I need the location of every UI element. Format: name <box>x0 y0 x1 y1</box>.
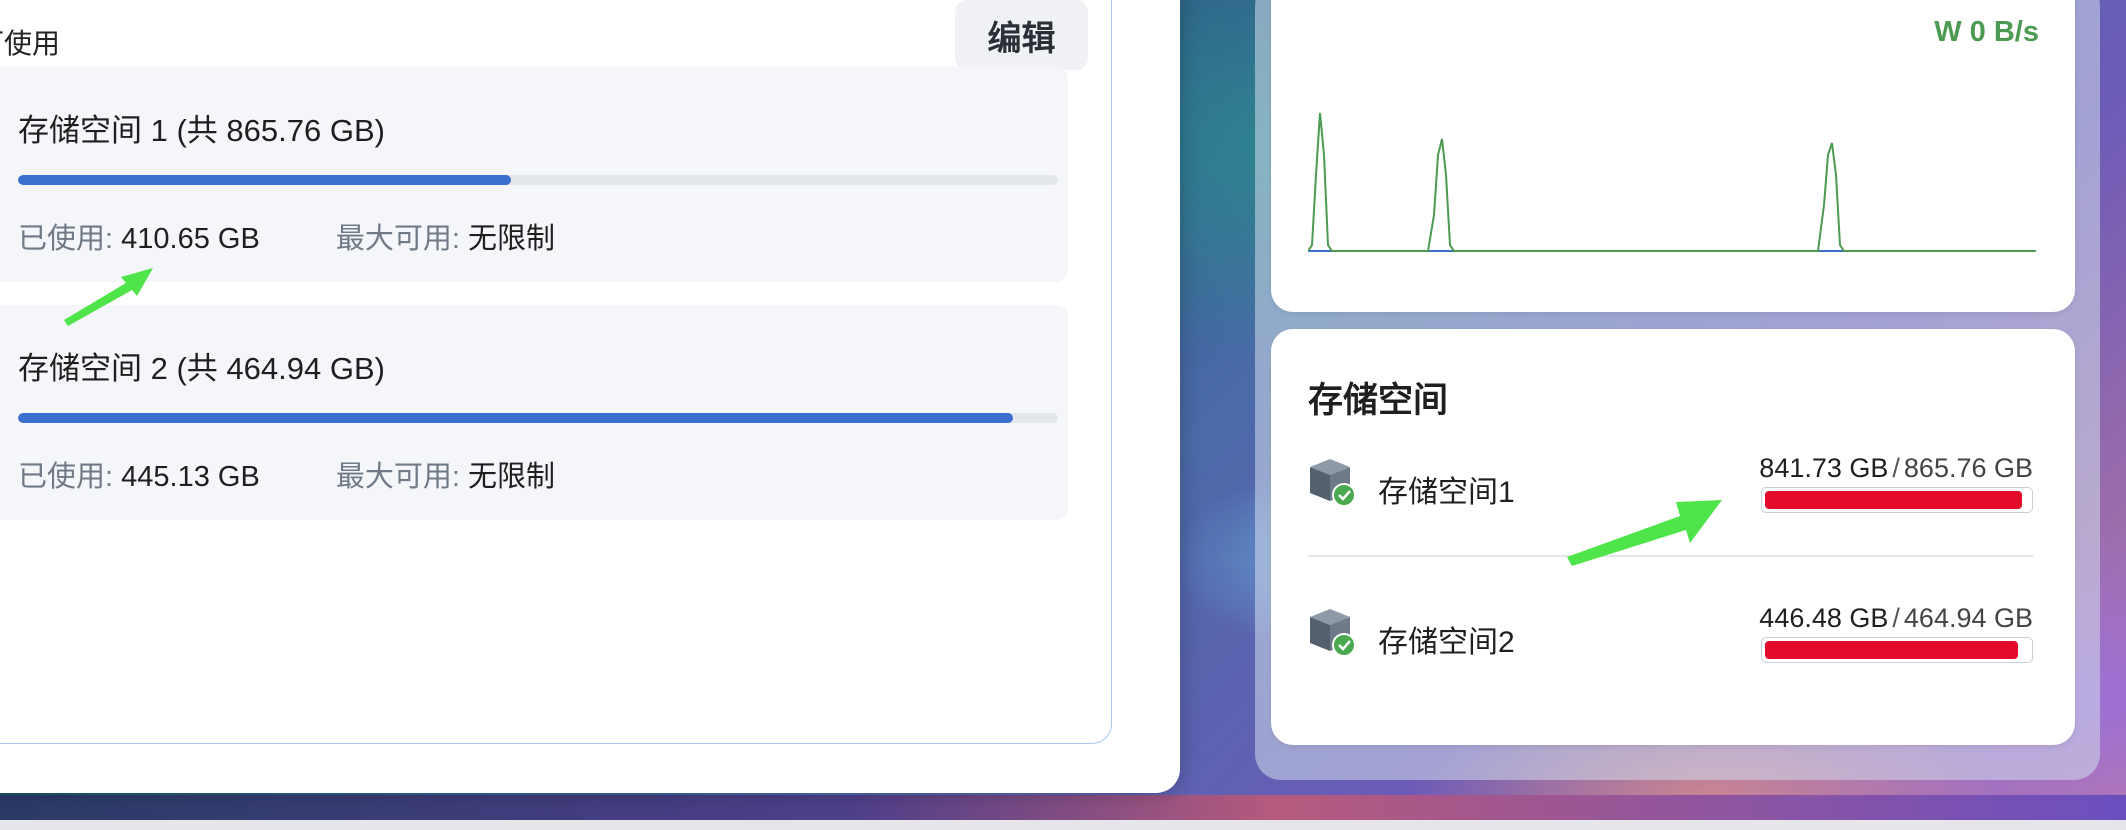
storage-item-usage: 446.48 GB/464.94 GB <box>1759 603 2033 634</box>
storage-settings-panel: 可使用 编辑 存储空间 1 (共 865.76 GB) 已使用: 410.65 … <box>0 0 1112 744</box>
screen-bottom-edge <box>0 820 2126 830</box>
write-speed-value: W 0 B/s <box>1934 16 2039 48</box>
total-value: 464.94 GB <box>1903 603 2033 633</box>
pool-title: 存储空间 1 (共 865.76 GB) <box>18 113 385 148</box>
storage-item-1[interactable]: 存储空间1 841.73 GB/865.76 GB <box>1308 429 2033 529</box>
usage-bar-fill <box>1765 491 2022 509</box>
used-label: 已使用: <box>18 461 114 493</box>
disk-io-chart <box>1308 112 2036 252</box>
pool-usage-bar <box>18 413 1058 423</box>
max-available-label: 最大可用: <box>335 223 460 255</box>
pool-usage-row: 已使用: 410.65 GB 最大可用: 无限制 <box>18 215 555 257</box>
available-label: 可使用 <box>0 28 61 59</box>
storage-cube-icon <box>1310 459 1356 507</box>
check-badge-icon <box>1332 633 1356 657</box>
used-value: 410.65 GB <box>121 223 260 255</box>
pool-usage-bar-fill <box>18 175 511 185</box>
used-label: 已使用: <box>18 223 114 255</box>
storage-pool-card-1: 存储空间 1 (共 865.76 GB) 已使用: 410.65 GB 最大可用… <box>0 67 1068 282</box>
storage-widget: 存储空间 存储空间1 841.73 GB/865.76 GB 存储空间2 446… <box>1271 329 2075 745</box>
storage-widget-title: 存储空间 <box>1308 381 1449 420</box>
used-value: 445.13 GB <box>121 461 260 493</box>
total-value: 865.76 GB <box>1903 453 2033 483</box>
pool-title: 存储空间 2 (共 464.94 GB) <box>18 351 385 386</box>
storage-settings-window: 可使用 编辑 存储空间 1 (共 865.76 GB) 已使用: 410.65 … <box>0 0 1180 793</box>
write-series-line <box>1308 112 2036 252</box>
max-available-label: 最大可用: <box>335 461 460 493</box>
edit-button[interactable]: 编辑 <box>955 0 1088 70</box>
storage-item-2[interactable]: 存储空间2 446.48 GB/464.94 GB <box>1308 579 2033 679</box>
used-value: 446.48 GB <box>1759 603 1889 633</box>
storage-item-usage-bar <box>1761 487 2033 513</box>
divider <box>1308 555 2033 557</box>
max-available-value: 无限制 <box>468 223 556 255</box>
storage-item-usage: 841.73 GB/865.76 GB <box>1759 453 2033 484</box>
check-badge-icon <box>1332 483 1356 507</box>
storage-item-usage-bar <box>1761 637 2033 663</box>
disk-io-widget: W 0 B/s <box>1271 0 2075 312</box>
separator: / <box>1892 453 1900 483</box>
pool-usage-row: 已使用: 445.13 GB 最大可用: 无限制 <box>18 453 555 495</box>
used-value: 841.73 GB <box>1759 453 1889 483</box>
storage-item-name: 存储空间1 <box>1378 476 1515 509</box>
widget-sidebar: W 0 B/s 存储空间 存储空间1 841.73 GB/865.76 GB 存… <box>1255 0 2100 780</box>
usage-bar-fill <box>1765 641 2019 659</box>
separator: / <box>1892 603 1900 633</box>
pool-usage-bar <box>18 175 1058 185</box>
pool-usage-bar-fill <box>18 413 1014 423</box>
storage-cube-icon <box>1310 609 1356 657</box>
storage-item-name: 存储空间2 <box>1378 626 1515 659</box>
max-available-value: 无限制 <box>468 461 556 493</box>
storage-pool-card-2: 存储空间 2 (共 464.94 GB) 已使用: 445.13 GB 最大可用… <box>0 305 1068 520</box>
